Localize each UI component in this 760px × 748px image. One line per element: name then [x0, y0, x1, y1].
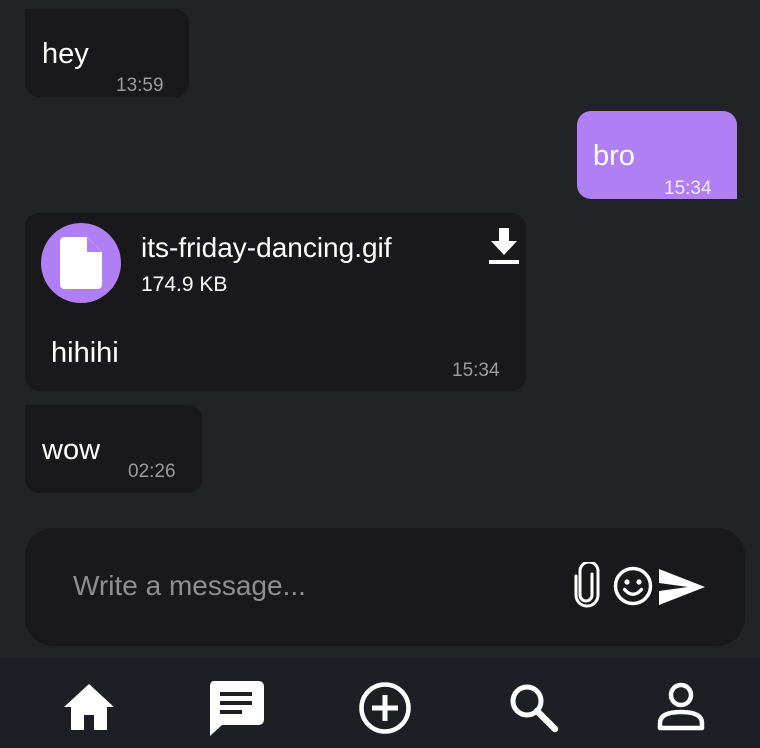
incoming-file-message: its-friday-dancing.gif 174.9 KB hihihi 1… — [25, 213, 526, 391]
incoming-message: wow 02:26 — [25, 405, 202, 493]
message-text: bro — [593, 140, 635, 172]
message-timestamp: 15:34 — [664, 178, 712, 199]
incoming-message: hey 13:59 — [25, 9, 189, 97]
search-icon[interactable] — [506, 680, 562, 736]
add-circle-icon[interactable] — [357, 680, 413, 736]
bottom-navigation — [0, 658, 760, 748]
home-icon[interactable] — [61, 680, 117, 736]
attachment-file-size: 174.9 KB — [141, 273, 228, 296]
profile-icon[interactable] — [653, 680, 709, 736]
attachment-file-name[interactable]: its-friday-dancing.gif — [141, 234, 392, 262]
send-icon[interactable] — [658, 568, 706, 606]
message-timestamp: 02:26 — [128, 461, 176, 482]
message-text: wow — [42, 434, 101, 466]
message-timestamp: 13:59 — [116, 75, 164, 96]
outgoing-message: bro 15:34 — [577, 111, 737, 199]
message-composer — [25, 528, 745, 646]
download-icon[interactable] — [487, 228, 521, 266]
message-text: hihihi — [51, 337, 119, 369]
message-input[interactable] — [73, 566, 543, 606]
emoji-icon[interactable] — [613, 566, 653, 606]
message-text: hey — [42, 38, 89, 70]
message-timestamp: 15:34 — [452, 360, 500, 381]
paperclip-icon[interactable] — [570, 560, 604, 608]
chat-icon[interactable] — [208, 680, 264, 736]
file-icon — [41, 223, 121, 303]
